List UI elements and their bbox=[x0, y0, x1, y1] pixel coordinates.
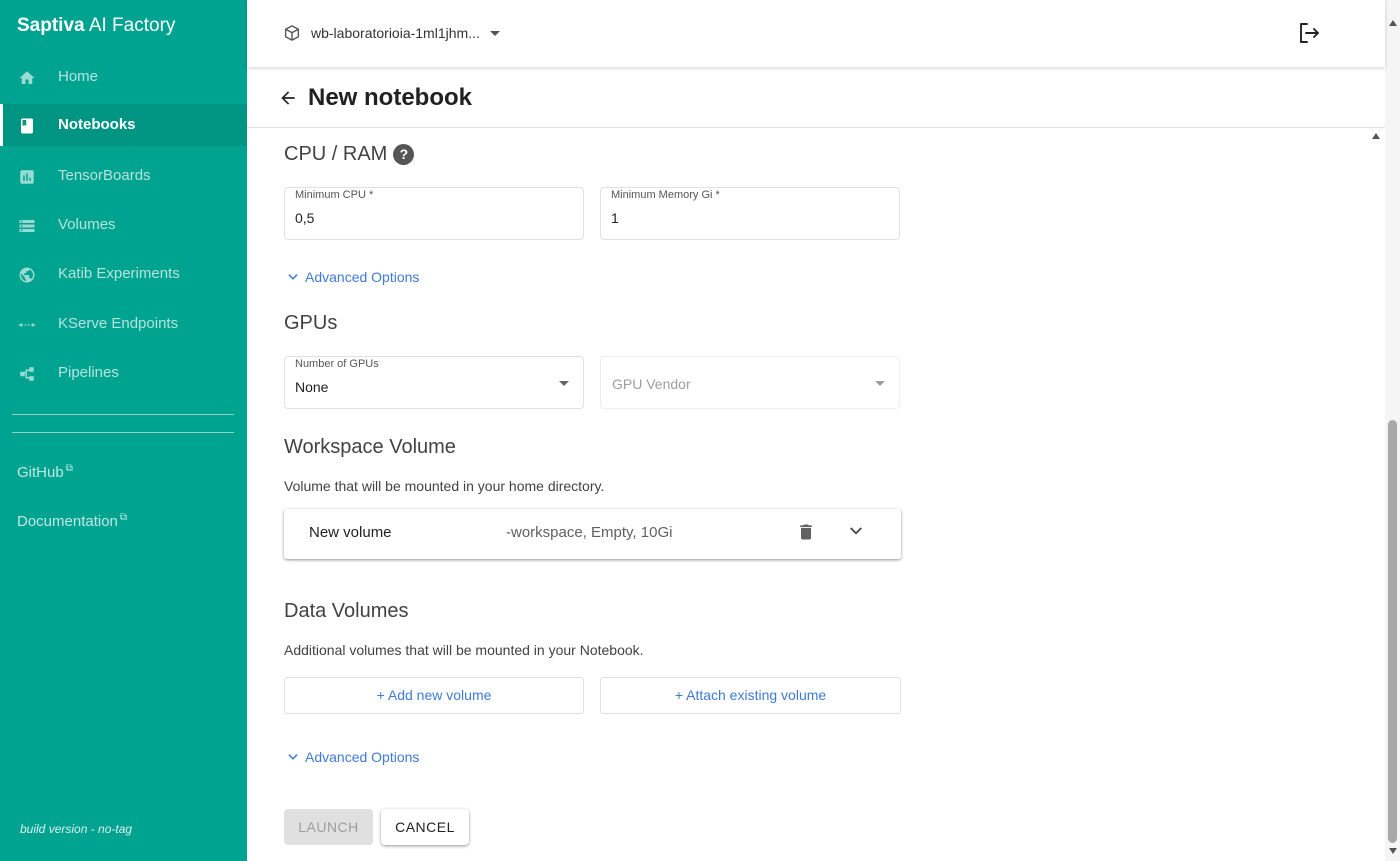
workspace-volume-description: Volume that will be mounted in your home… bbox=[284, 478, 605, 494]
brand-rest: AI Factory bbox=[84, 15, 176, 36]
volume-description: -workspace, Empty, 10Gi bbox=[506, 524, 673, 541]
sidebar-item-label: Volumes bbox=[58, 216, 116, 233]
sidebar-item-volumes[interactable]: Volumes bbox=[0, 204, 247, 246]
help-icon[interactable]: ? bbox=[393, 144, 415, 165]
cancel-button[interactable]: CANCEL bbox=[381, 809, 469, 845]
cpu-advanced-options-toggle[interactable]: Advanced Options bbox=[286, 269, 419, 285]
github-link-label: GitHub bbox=[17, 464, 64, 481]
sidebar-item-home[interactable]: Home bbox=[0, 56, 247, 98]
sidebar-item-tensorboards[interactable]: TensorBoards bbox=[0, 155, 247, 197]
back-arrow-icon[interactable] bbox=[278, 88, 298, 108]
add-new-volume-button[interactable]: + Add new volume bbox=[284, 677, 584, 714]
cpu-ram-title: CPU / RAM? bbox=[284, 143, 415, 166]
min-cpu-input[interactable] bbox=[295, 210, 565, 226]
sidebar-item-kserve[interactable]: KServe Endpoints bbox=[0, 303, 247, 345]
pipelines-icon bbox=[18, 365, 36, 383]
scrollbar-thumb[interactable] bbox=[1388, 420, 1397, 843]
chevron-down-icon bbox=[489, 30, 500, 36]
min-cpu-field: Minimum CPU * bbox=[284, 187, 584, 240]
sidebar-item-notebooks[interactable]: Notebooks bbox=[0, 104, 247, 146]
number-of-gpus-select[interactable]: Number of GPUs None bbox=[284, 356, 584, 409]
namespace-selector[interactable]: wb-laboratorioia-1ml1jhm... bbox=[283, 22, 500, 44]
attach-existing-volume-button[interactable]: + Attach existing volume bbox=[600, 677, 901, 714]
number-of-gpus-label: Number of GPUs bbox=[295, 358, 379, 370]
min-cpu-label: Minimum CPU * bbox=[295, 189, 374, 201]
workspace-volume-panel[interactable]: New volume -workspace, Empty, 10Gi bbox=[284, 509, 901, 559]
sidebar-item-katib[interactable]: Katib Experiments bbox=[0, 253, 247, 295]
scroll-down-arrow[interactable] bbox=[1389, 848, 1397, 854]
external-link-icon: ⧉ bbox=[119, 512, 128, 523]
sidebar-item-label: Notebooks bbox=[58, 116, 136, 133]
app-brand[interactable]: Saptiva AI Factory bbox=[17, 15, 175, 37]
workspace-volume-title: Workspace Volume bbox=[284, 436, 456, 458]
sidebar: Saptiva AI Factory Home Notebooks Tensor… bbox=[0, 0, 247, 861]
chevron-down-icon bbox=[559, 381, 569, 386]
volumes-icon bbox=[18, 217, 36, 235]
gpus-title: GPUs bbox=[284, 312, 338, 334]
advanced-options-label: Advanced Options bbox=[305, 269, 420, 285]
page-scrollbar[interactable] bbox=[1385, 0, 1400, 861]
tensorboard-icon bbox=[18, 168, 36, 186]
cube-icon bbox=[284, 25, 300, 41]
documentation-link[interactable]: Documentation ⧉ bbox=[17, 512, 127, 530]
sidebar-divider bbox=[12, 432, 234, 433]
katib-icon bbox=[18, 266, 36, 284]
notebook-icon bbox=[18, 117, 36, 135]
data-volumes-advanced-options-toggle[interactable]: Advanced Options bbox=[286, 749, 419, 765]
launch-button[interactable]: LAUNCH bbox=[284, 809, 373, 845]
page-title: New notebook bbox=[308, 84, 473, 111]
gpu-vendor-placeholder: GPU Vendor bbox=[612, 376, 691, 392]
sidebar-item-label: Home bbox=[58, 68, 99, 85]
chevron-down-icon bbox=[875, 381, 885, 386]
external-link-icon: ⧉ bbox=[65, 463, 73, 474]
kserve-icon bbox=[18, 316, 36, 334]
sidebar-item-label: Pipelines bbox=[58, 364, 119, 381]
min-memory-field: Minimum Memory Gi * bbox=[600, 187, 900, 240]
chevron-down-icon bbox=[288, 274, 298, 280]
namespace-name: wb-laboratorioia-1ml1jhm... bbox=[311, 25, 480, 41]
top-bar: wb-laboratorioia-1ml1jhm... bbox=[247, 0, 1385, 67]
build-version: build version - no-tag bbox=[20, 822, 133, 836]
page-header: New notebook bbox=[247, 67, 1385, 128]
logout-icon[interactable] bbox=[1297, 21, 1321, 45]
cpu-ram-title-text: CPU / RAM bbox=[284, 143, 388, 165]
scroll-up-arrow[interactable] bbox=[1389, 20, 1397, 26]
delete-icon[interactable] bbox=[796, 521, 816, 543]
sidebar-item-pipelines[interactable]: Pipelines bbox=[0, 352, 247, 394]
documentation-link-label: Documentation bbox=[17, 513, 118, 530]
min-memory-input[interactable] bbox=[611, 210, 881, 226]
brand-bold: Saptiva bbox=[17, 15, 85, 36]
home-icon bbox=[18, 69, 36, 87]
advanced-options-label: Advanced Options bbox=[305, 749, 420, 765]
data-volumes-title: Data Volumes bbox=[284, 600, 409, 622]
gpu-vendor-select: GPU Vendor bbox=[600, 356, 900, 409]
chevron-down-icon bbox=[288, 754, 298, 760]
sidebar-divider bbox=[12, 414, 234, 415]
sidebar-item-label: TensorBoards bbox=[58, 167, 151, 184]
number-of-gpus-value: None bbox=[295, 379, 329, 395]
volume-name: New volume bbox=[309, 524, 392, 541]
min-memory-label: Minimum Memory Gi * bbox=[611, 189, 720, 201]
github-link[interactable]: GitHub ⧉ bbox=[17, 463, 73, 481]
data-volumes-description: Additional volumes that will be mounted … bbox=[284, 642, 644, 658]
chevron-down-icon[interactable] bbox=[847, 522, 865, 540]
inner-scroll-up-arrow[interactable] bbox=[1372, 133, 1380, 139]
sidebar-item-label: Katib Experiments bbox=[58, 265, 180, 282]
sidebar-item-label: KServe Endpoints bbox=[58, 315, 179, 332]
